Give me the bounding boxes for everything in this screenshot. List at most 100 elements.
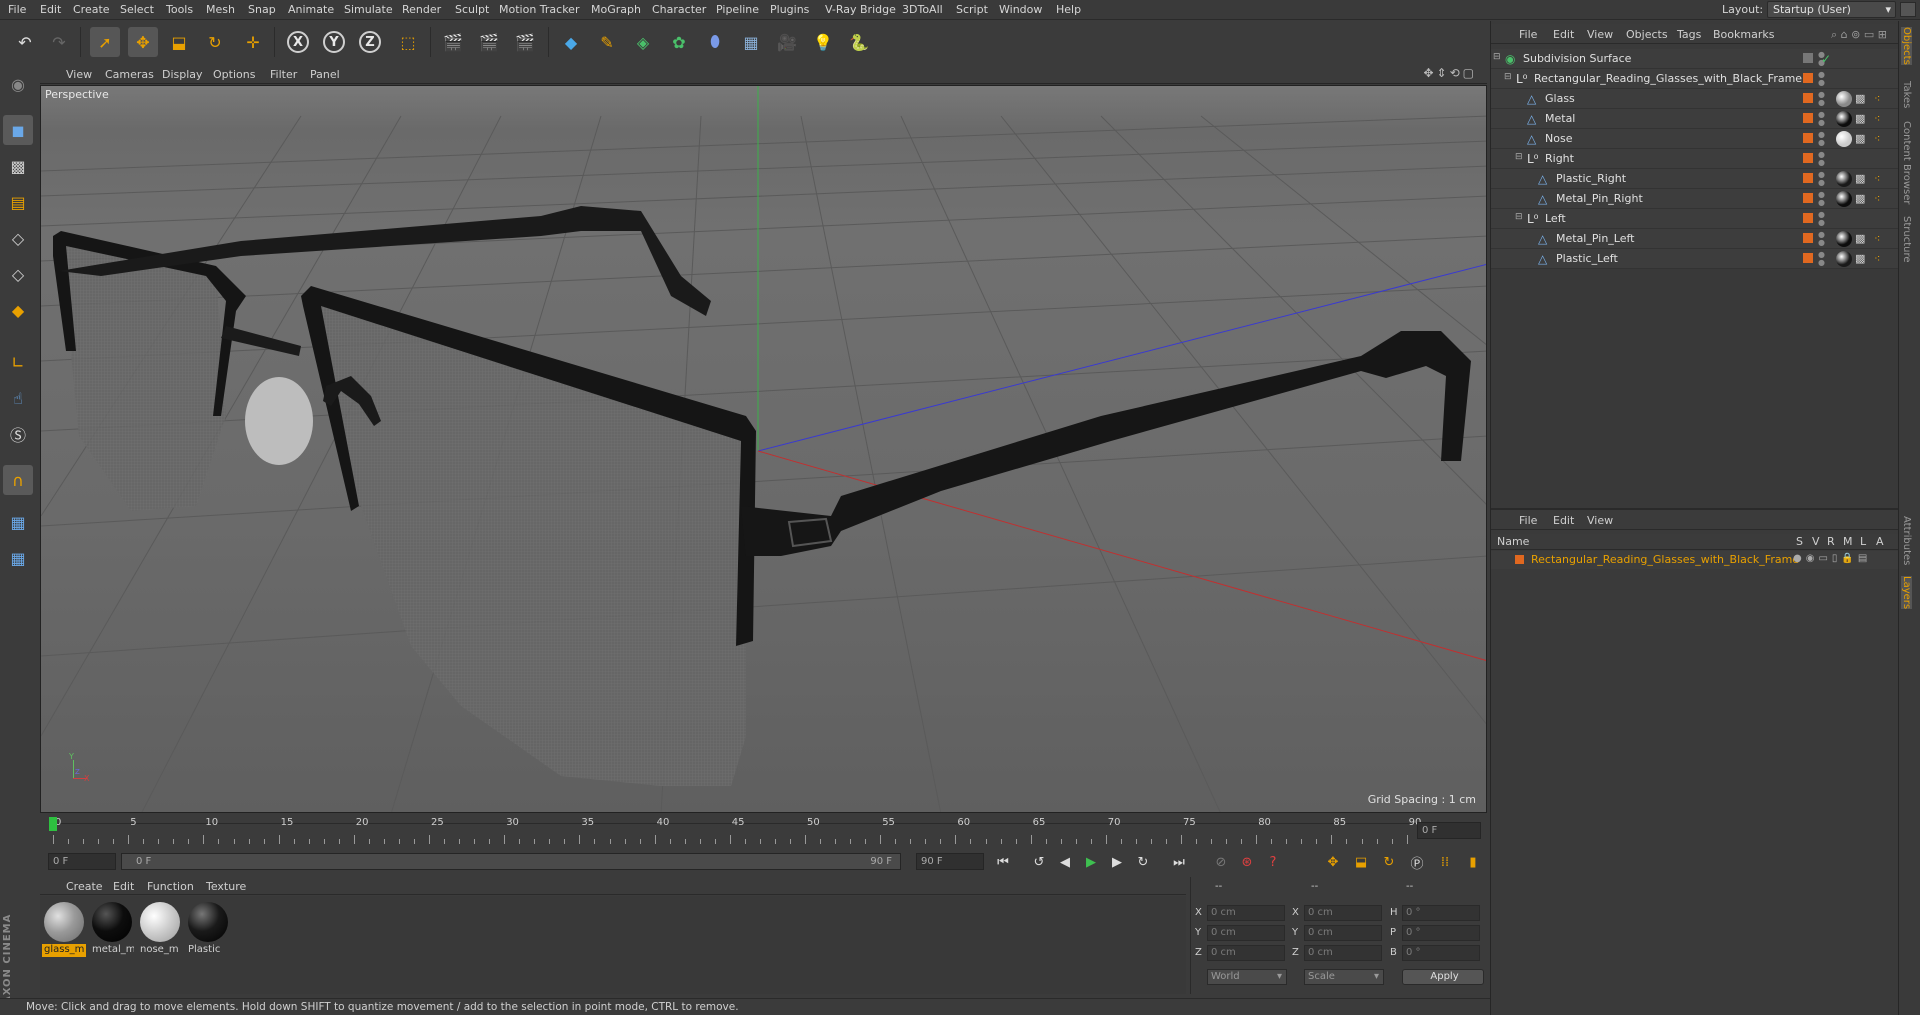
selection-tag-icon[interactable]: ⁖ [1874, 192, 1880, 205]
start-frame-field[interactable]: 0 F [48, 853, 116, 870]
rotation-p-field[interactable]: 0 ° [1402, 925, 1480, 941]
camera-icon[interactable]: 🎥 [772, 27, 802, 57]
object-row[interactable]: △ Metal_Pin_Left ● ● ▩ ⁖ [1491, 229, 1901, 249]
menu-mograph[interactable]: MoGraph [591, 3, 641, 16]
render-settings-icon[interactable]: 🎬 [510, 27, 540, 57]
layer-color-tag[interactable] [1803, 253, 1813, 263]
layer-color-tag[interactable] [1803, 233, 1813, 243]
previous-key-icon[interactable]: ↺ [1028, 851, 1050, 873]
key-position-icon[interactable]: ✥ [1322, 851, 1344, 873]
uvw-tag-icon[interactable]: ▩ [1855, 92, 1865, 105]
visibility-dots-icon[interactable]: ● ● [1818, 171, 1825, 187]
key-scale-icon[interactable]: ⬓ [1350, 851, 1372, 873]
record-active-icon[interactable]: ⊛ [1236, 851, 1258, 873]
tab-structure[interactable]: Structure [1901, 216, 1912, 263]
3d-viewport[interactable]: Perspective Y X Z Grid Spacing : 1 cm [40, 85, 1487, 813]
autokey-icon[interactable]: ? [1262, 851, 1284, 873]
menu-character[interactable]: Character [652, 3, 706, 16]
size-z-field[interactable]: 0 cm [1304, 945, 1382, 961]
visibility-dots-icon[interactable]: ● ● [1818, 91, 1825, 107]
apply-button[interactable]: Apply [1402, 969, 1484, 985]
viewport-navigation-icons[interactable]: ✥⇕⟲▢ [1423, 66, 1477, 80]
menu-animate[interactable]: Animate [288, 3, 334, 16]
objects-menu-edit[interactable]: Edit [1553, 28, 1574, 41]
magnet-icon[interactable]: ∩ [3, 465, 33, 495]
subdivision-surface-icon[interactable]: ◈ [628, 27, 658, 57]
menu-create[interactable]: Create [73, 3, 110, 16]
redo-icon[interactable]: ↷ [44, 27, 74, 57]
object-row[interactable]: △ Metal ● ● ▩ ⁖ [1491, 109, 1901, 129]
live-selection-icon[interactable]: ➚ [90, 27, 120, 57]
material-menu-texture[interactable]: Texture [206, 880, 246, 893]
texture-mode-icon[interactable]: ▩ [3, 151, 33, 181]
menu-select[interactable]: Select [120, 3, 154, 16]
selection-tag-icon[interactable]: ⁖ [1874, 172, 1880, 185]
render-picture-viewer-icon[interactable]: 🎬 [474, 27, 504, 57]
material-tag-icon[interactable] [1836, 131, 1852, 147]
enabled-check-icon[interactable]: ✓ [1821, 52, 1831, 66]
tab-attributes[interactable]: Attributes [1901, 516, 1912, 565]
uvw-tag-icon[interactable]: ▩ [1855, 232, 1865, 245]
size-x-field[interactable]: 0 cm [1304, 905, 1382, 921]
position-y-field[interactable]: 0 cm [1207, 925, 1285, 941]
menu-tools[interactable]: Tools [166, 3, 193, 16]
key-pla-icon[interactable]: ⁞⁞ [1434, 851, 1456, 873]
coordinate-mode-dropdown[interactable]: World ▾ [1207, 969, 1287, 985]
layout-dropdown[interactable]: Startup (User) ▾ [1767, 1, 1896, 18]
object-row[interactable]: △ Metal_Pin_Right ● ● ▩ ⁖ [1491, 189, 1901, 209]
visibility-dots-icon[interactable]: ● ● [1818, 131, 1825, 147]
material-menu-function[interactable]: Function [147, 880, 194, 893]
uvw-tag-icon[interactable]: ▩ [1855, 112, 1865, 125]
position-z-field[interactable]: 0 cm [1207, 945, 1285, 961]
objects-menu-bookmarks[interactable]: Bookmarks [1713, 28, 1774, 41]
menu-edit[interactable]: Edit [40, 3, 61, 16]
material-menu-edit[interactable]: Edit [113, 880, 134, 893]
key-rotation-icon[interactable]: ↻ [1378, 851, 1400, 873]
uvw-tag-icon[interactable]: ▩ [1855, 172, 1865, 185]
tab-objects[interactable]: Objects [1901, 27, 1912, 65]
layers-menu-view[interactable]: View [1587, 514, 1613, 527]
go-to-start-icon[interactable]: ⏮ [992, 851, 1014, 873]
menu-pipeline[interactable]: Pipeline [716, 3, 759, 16]
selection-tag-icon[interactable]: ⁖ [1874, 92, 1880, 105]
layers-menu-file[interactable]: File [1519, 514, 1537, 527]
floor-icon[interactable]: ▦ [736, 27, 766, 57]
selection-tag-icon[interactable]: ⁖ [1874, 112, 1880, 125]
object-row[interactable]: △ Plastic_Left ● ● ▩ ⁖ [1491, 249, 1901, 269]
tab-takes[interactable]: Takes [1901, 81, 1912, 108]
visibility-dots-icon[interactable]: ● ● [1818, 191, 1825, 207]
menu-motion-tracker[interactable]: Motion Tracker [499, 3, 579, 16]
layer-color-tag[interactable] [1803, 93, 1813, 103]
go-to-end-icon[interactable]: ⏭ [1168, 851, 1190, 873]
deformer-icon[interactable]: ⬮ [700, 27, 730, 57]
layer-color-tag[interactable] [1803, 173, 1813, 183]
uvw-tag-icon[interactable]: ▩ [1855, 132, 1865, 145]
cube-primitive-icon[interactable]: ◆ [556, 27, 586, 57]
visibility-dots-icon[interactable]: ● ● [1818, 231, 1825, 247]
objects-menu-view[interactable]: View [1587, 28, 1613, 41]
axis-mode-icon[interactable]: ∟ [3, 347, 33, 377]
viewport-menu-panel[interactable]: Panel [310, 68, 340, 81]
visibility-dots-icon[interactable]: ● ● [1818, 151, 1825, 167]
layer-row[interactable]: Rectangular_Reading_Glasses_with_Black_F… [1491, 551, 1901, 569]
move-tool-icon[interactable]: ✥ [128, 27, 158, 57]
layer-color-tag[interactable] [1803, 153, 1813, 163]
material-tag-icon[interactable] [1836, 231, 1852, 247]
rotation-b-field[interactable]: 0 ° [1402, 945, 1480, 961]
position-x-field[interactable]: 0 cm [1207, 905, 1285, 921]
expand-toggle-icon[interactable]: ⊟ [1515, 212, 1523, 222]
tab-layers[interactable]: Layers [1901, 576, 1912, 610]
previous-frame-icon[interactable]: ◀ [1054, 851, 1076, 873]
material-metal[interactable]: metal_m [90, 902, 134, 960]
object-row[interactable]: △ Glass ● ● ▩ ⁖ [1491, 89, 1901, 109]
viewport-menu-options[interactable]: Options [213, 68, 255, 81]
viewport-menu-view[interactable]: View [66, 68, 92, 81]
render-view-icon[interactable]: 🎬 [438, 27, 468, 57]
visibility-dots-icon[interactable]: ● ● [1818, 211, 1825, 227]
timeline-window-icon[interactable]: ▮ [1462, 851, 1484, 873]
object-row[interactable]: ⊟ L⁰ Left ● ● [1491, 209, 1901, 229]
expand-toggle-icon[interactable]: ⊟ [1504, 72, 1512, 82]
layer-toggle-icons[interactable]: ●◉▭▯🔒▤ [1793, 553, 1871, 564]
layer-color-tag[interactable] [1803, 53, 1813, 63]
tweak-mode-icon[interactable]: ☝ [3, 383, 33, 413]
